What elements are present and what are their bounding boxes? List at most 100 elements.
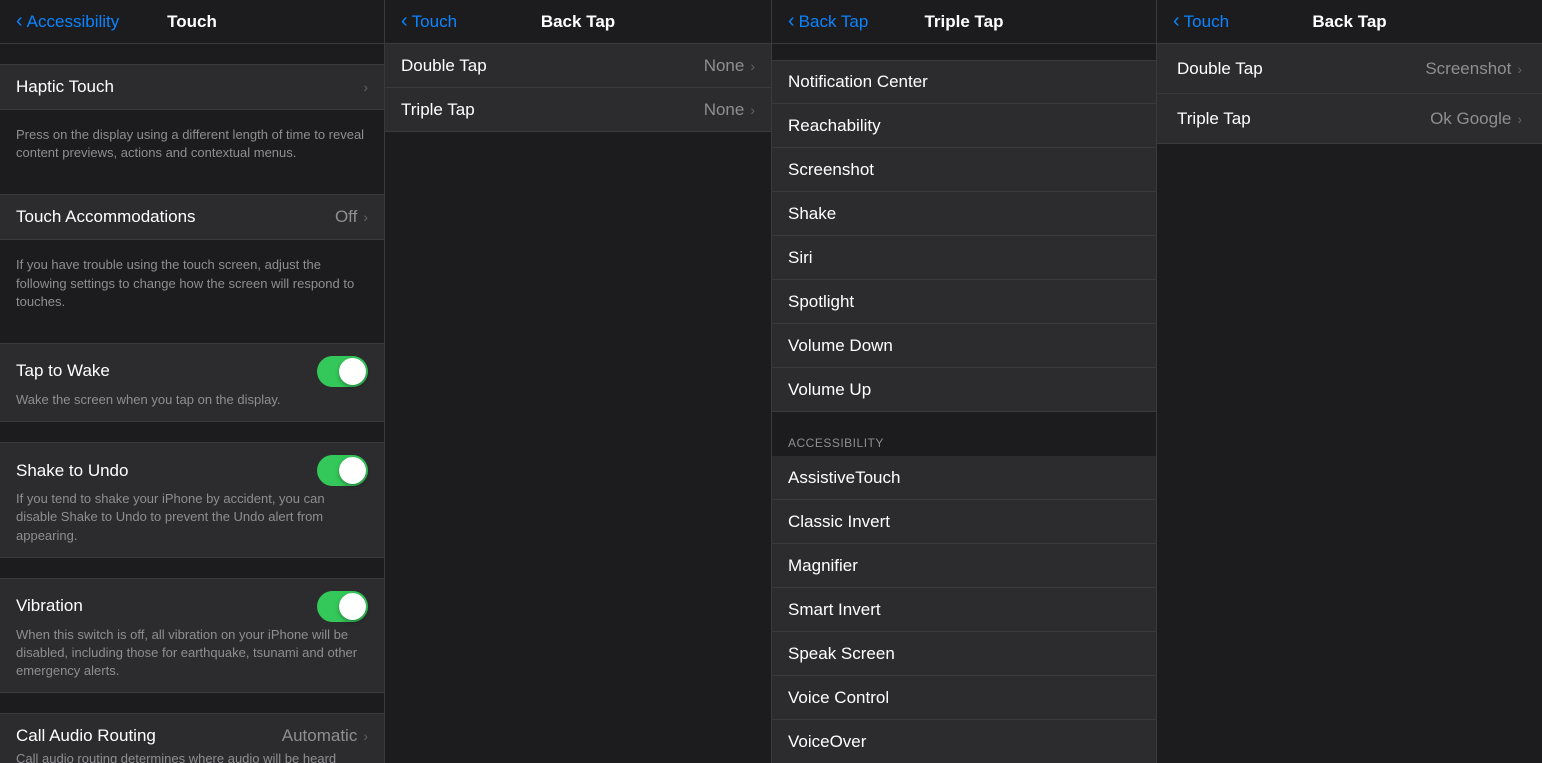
menu-voiceover[interactable]: VoiceOver: [772, 720, 1156, 763]
shake-to-undo-item[interactable]: Shake to Undo If you tend to shake your …: [0, 442, 384, 558]
shake-label: Shake: [788, 204, 836, 224]
tap-to-wake-group: Tap to Wake Wake the screen when you tap…: [0, 343, 384, 422]
back-label: Accessibility: [27, 12, 120, 32]
shake-to-undo-group: Shake to Undo If you tend to shake your …: [0, 442, 384, 558]
panel4-triple-tap-title: Triple Tap: [1177, 109, 1251, 129]
panel4-title: Back Tap: [1312, 12, 1386, 32]
touch-back-button[interactable]: ‹ Touch: [401, 12, 457, 32]
tap-to-wake-desc: Wake the screen when you tap on the disp…: [16, 391, 281, 409]
haptic-touch-desc-item: Press on the display using a different l…: [0, 110, 384, 174]
menu-volume-down[interactable]: Volume Down: [772, 324, 1156, 368]
touch-back-button-2[interactable]: ‹ Touch: [1173, 12, 1229, 32]
menu-spotlight[interactable]: Spotlight: [772, 280, 1156, 324]
menu-assistivetouch[interactable]: AssistiveTouch: [772, 456, 1156, 500]
vibration-title: Vibration: [16, 596, 83, 616]
panel4-triple-tap-item[interactable]: Triple Tap Ok Google ›: [1157, 94, 1542, 144]
panel3-title: Triple Tap: [924, 12, 1003, 32]
menu-section-main: Notification Center Reachability Screens…: [772, 60, 1156, 412]
back-chevron-icon: ‹: [16, 11, 23, 31]
menu-volume-up[interactable]: Volume Up: [772, 368, 1156, 412]
touch-accommodations-desc: If you have trouble using the touch scre…: [16, 256, 368, 311]
menu-magnifier[interactable]: Magnifier: [772, 544, 1156, 588]
accessibility-back-button[interactable]: ‹ Accessibility: [16, 12, 119, 32]
screenshot-label: Screenshot: [788, 160, 874, 180]
menu-voice-control[interactable]: Voice Control: [772, 676, 1156, 720]
volume-up-label: Volume Up: [788, 380, 871, 400]
nav-bar-triple-tap: ‹ Back Tap Triple Tap: [772, 0, 1156, 44]
double-tap-title: Double Tap: [401, 56, 487, 76]
menu-notification-center[interactable]: Notification Center: [772, 60, 1156, 104]
voiceover-label: VoiceOver: [788, 732, 866, 752]
haptic-touch-title: Haptic Touch: [16, 77, 355, 97]
chevron-right-icon: ›: [363, 209, 368, 225]
chevron-right-icon: ›: [1517, 111, 1522, 127]
touch-accommodations-title: Touch Accommodations: [16, 207, 327, 227]
speak-screen-label: Speak Screen: [788, 644, 895, 664]
chevron-right-icon: ›: [750, 58, 755, 74]
call-audio-desc: Call audio routing determines where audi…: [16, 750, 368, 763]
accessibility-section-label: ACCESSIBILITY: [772, 436, 1156, 456]
back-label: Back Tap: [799, 12, 869, 32]
menu-siri[interactable]: Siri: [772, 236, 1156, 280]
shake-to-undo-title: Shake to Undo: [16, 461, 128, 481]
tap-to-wake-toggle[interactable]: [317, 356, 368, 387]
spotlight-label: Spotlight: [788, 292, 854, 312]
triple-tap-panel: ‹ Back Tap Triple Tap Notification Cente…: [772, 0, 1157, 763]
touch-accommodations-item[interactable]: Touch Accommodations Off ›: [0, 194, 384, 240]
volume-down-label: Volume Down: [788, 336, 893, 356]
vibration-desc: When this switch is off, all vibration o…: [16, 626, 368, 681]
back-label: Touch: [412, 12, 457, 32]
haptic-touch-group: Haptic Touch › Press on the display usin…: [0, 64, 384, 174]
call-audio-title: Call Audio Routing: [16, 726, 156, 746]
tap-to-wake-title: Tap to Wake: [16, 361, 110, 381]
classic-invert-label: Classic Invert: [788, 512, 890, 532]
back-tap-result-panel: ‹ Touch Back Tap Double Tap Screenshot ›…: [1157, 0, 1542, 763]
menu-speak-screen[interactable]: Speak Screen: [772, 632, 1156, 676]
chevron-right-icon: ›: [363, 728, 368, 744]
chevron-right-icon: ›: [1517, 61, 1522, 77]
shake-to-undo-toggle[interactable]: [317, 455, 368, 486]
siri-label: Siri: [788, 248, 813, 268]
panel2-title: Back Tap: [541, 12, 615, 32]
menu-classic-invert[interactable]: Classic Invert: [772, 500, 1156, 544]
panel4-triple-tap-value: Ok Google: [1430, 109, 1511, 129]
nav-bar-touch: ‹ Accessibility Touch: [0, 0, 384, 44]
haptic-touch-desc: Press on the display using a different l…: [16, 126, 368, 162]
triple-tap-value: None: [704, 100, 745, 120]
smart-invert-label: Smart Invert: [788, 600, 881, 620]
menu-screenshot[interactable]: Screenshot: [772, 148, 1156, 192]
back-chevron-icon: ‹: [401, 11, 408, 31]
nav-bar-back-tap-result: ‹ Touch Back Tap: [1157, 0, 1542, 44]
reachability-label: Reachability: [788, 116, 881, 136]
double-tap-value: None: [704, 56, 745, 76]
touch-accommodations-value: Off: [335, 207, 357, 227]
back-chevron-icon: ‹: [1173, 11, 1180, 31]
tap-to-wake-item[interactable]: Tap to Wake Wake the screen when you tap…: [0, 343, 384, 422]
chevron-right-icon: ›: [363, 79, 368, 95]
triple-tap-item[interactable]: Triple Tap None ›: [385, 88, 771, 132]
haptic-touch-item[interactable]: Haptic Touch ›: [0, 64, 384, 110]
vibration-item[interactable]: Vibration When this switch is off, all v…: [0, 578, 384, 694]
vibration-toggle[interactable]: [317, 591, 368, 622]
shake-to-undo-desc: If you tend to shake your iPhone by acci…: [16, 490, 368, 545]
assistivetouch-label: AssistiveTouch: [788, 468, 900, 488]
menu-section-accessibility: ACCESSIBILITY AssistiveTouch Classic Inv…: [772, 436, 1156, 763]
call-audio-group: Call Audio Routing Automatic › Call audi…: [0, 713, 384, 763]
notification-center-label: Notification Center: [788, 72, 928, 92]
menu-shake[interactable]: Shake: [772, 192, 1156, 236]
touch-accommodations-group: Touch Accommodations Off › If you have t…: [0, 194, 384, 323]
magnifier-label: Magnifier: [788, 556, 858, 576]
triple-tap-title: Triple Tap: [401, 100, 475, 120]
call-audio-item[interactable]: Call Audio Routing Automatic › Call audi…: [0, 713, 384, 763]
chevron-right-icon: ›: [750, 102, 755, 118]
menu-reachability[interactable]: Reachability: [772, 104, 1156, 148]
panel4-double-tap-item[interactable]: Double Tap Screenshot ›: [1157, 44, 1542, 94]
menu-smart-invert[interactable]: Smart Invert: [772, 588, 1156, 632]
panel4-double-tap-value: Screenshot: [1425, 59, 1511, 79]
double-tap-item[interactable]: Double Tap None ›: [385, 44, 771, 88]
back-label: Touch: [1184, 12, 1229, 32]
panel4-double-tap-title: Double Tap: [1177, 59, 1263, 79]
panel1-title: Touch: [167, 12, 217, 32]
call-audio-value: Automatic: [282, 726, 358, 746]
back-tap-back-button[interactable]: ‹ Back Tap: [788, 12, 868, 32]
